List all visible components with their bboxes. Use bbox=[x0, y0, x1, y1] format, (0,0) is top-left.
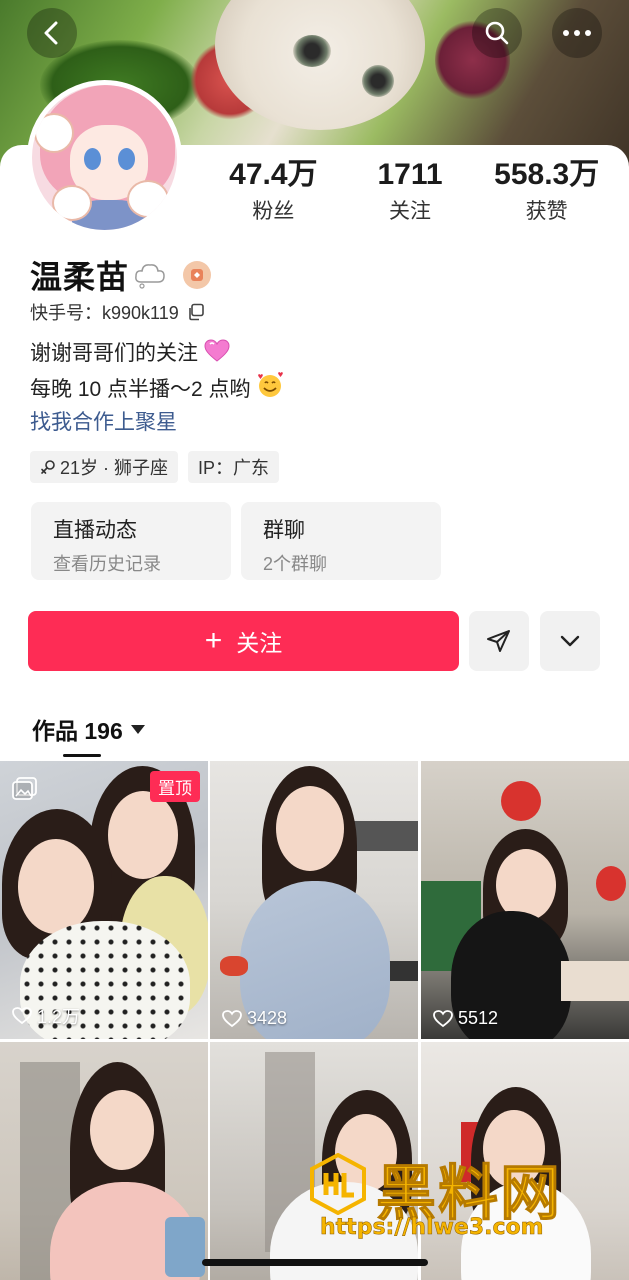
watermark-logo bbox=[310, 1153, 366, 1215]
work-tile[interactable]: 置顶 1.2万 bbox=[0, 761, 208, 1039]
stat-fans[interactable]: 47.4万 粉丝 bbox=[205, 157, 342, 225]
age-zodiac-tag: 21岁 · 狮子座 bbox=[30, 451, 179, 483]
card-subtitle: 查看历史记录 bbox=[53, 554, 161, 574]
like-count: 3428 bbox=[222, 1008, 287, 1029]
feature-cards: 直播动态 查看历史记录 群聊 2个群聊 bbox=[31, 502, 451, 580]
tab-works[interactable]: 作品 196 bbox=[32, 712, 145, 746]
card-title: 群聊 bbox=[263, 519, 305, 542]
work-tile[interactable]: 5512 bbox=[421, 761, 629, 1039]
plus-icon: + bbox=[204, 624, 223, 657]
work-tile[interactable] bbox=[0, 1042, 208, 1280]
heart-outline-icon bbox=[433, 1009, 453, 1027]
share-button[interactable] bbox=[469, 611, 529, 671]
pinned-badge: 置顶 bbox=[150, 771, 200, 802]
card-title: 直播动态 bbox=[53, 519, 137, 542]
stat-label: 关注 bbox=[389, 200, 431, 223]
like-count-text: 3428 bbox=[247, 1008, 288, 1028]
tab-underline bbox=[63, 754, 101, 757]
name-row: 温柔苗 bbox=[30, 252, 212, 298]
search-icon bbox=[485, 21, 509, 45]
stat-value: 47.4万 bbox=[229, 158, 318, 191]
bio: 谢谢哥哥们的关注 每晚 10 点半播～2 点哟 bbox=[30, 336, 284, 407]
profile-tags: 21岁 · 狮子座 IP：广东 bbox=[30, 451, 289, 483]
bio-line-1: 谢谢哥哥们的关注 bbox=[30, 342, 198, 365]
live-history-card[interactable]: 直播动态 查看历史记录 bbox=[31, 502, 231, 580]
card-subtitle: 2个群聊 bbox=[263, 554, 328, 574]
avatar[interactable] bbox=[27, 80, 182, 235]
watermark: 黑料网 https://hlwe3.com bbox=[308, 1145, 608, 1255]
more-button[interactable] bbox=[552, 8, 602, 58]
profile-name: 温柔苗 bbox=[30, 259, 130, 295]
works-tab-label: 作品 196 bbox=[32, 718, 123, 744]
level-badge-icon[interactable] bbox=[183, 261, 212, 289]
thought-cloud-icon bbox=[135, 264, 165, 289]
stat-label: 粉丝 bbox=[252, 200, 295, 223]
age-zodiac-label: 21岁 · 狮子座 bbox=[60, 458, 169, 478]
chevron-left-icon bbox=[44, 21, 58, 45]
more-horizontal-icon bbox=[563, 30, 591, 36]
like-count-text: 5512 bbox=[458, 1008, 499, 1028]
expand-button[interactable] bbox=[540, 611, 600, 671]
bio-line-2: 每晚 10 点半播～2 点哟 bbox=[30, 378, 251, 401]
pink-heart-icon bbox=[204, 339, 230, 362]
chevron-down-icon bbox=[560, 635, 580, 647]
ip-location-label: IP：广东 bbox=[198, 458, 270, 478]
heart-outline-icon bbox=[12, 1007, 32, 1025]
back-button[interactable] bbox=[27, 8, 77, 58]
watermark-url: https://hlwe3.com bbox=[320, 1215, 544, 1241]
female-icon bbox=[41, 460, 55, 474]
ip-location-tag: IP：广东 bbox=[188, 451, 280, 483]
like-count: 5512 bbox=[433, 1008, 498, 1029]
search-button[interactable] bbox=[472, 8, 522, 58]
stat-label: 获赞 bbox=[525, 200, 568, 223]
work-tile[interactable]: 3428 bbox=[210, 761, 418, 1039]
stat-value: 558.3万 bbox=[494, 158, 600, 191]
copy-icon[interactable] bbox=[187, 303, 205, 321]
home-indicator[interactable] bbox=[202, 1259, 428, 1266]
kuaishou-id: 快手号：k990k119 bbox=[30, 303, 179, 323]
caret-down-icon bbox=[130, 724, 145, 734]
follow-label: 关注 bbox=[236, 630, 283, 656]
stat-likes[interactable]: 558.3万 获赞 bbox=[478, 157, 615, 225]
kuaishou-id-row: 快手号：k990k119 bbox=[30, 299, 205, 325]
smiling-face-with-hearts-icon bbox=[258, 372, 284, 397]
profile-stats: 47.4万 粉丝 1711 关注 558.3万 获赞 bbox=[205, 157, 615, 225]
stat-following[interactable]: 1711 关注 bbox=[342, 157, 479, 225]
send-icon bbox=[487, 630, 510, 652]
album-icon bbox=[12, 777, 37, 800]
like-count-text: 1.2万 bbox=[37, 1007, 81, 1027]
like-count: 1.2万 bbox=[12, 1003, 80, 1029]
follow-button[interactable]: + 关注 bbox=[28, 611, 459, 671]
group-chat-card[interactable]: 群聊 2个群聊 bbox=[241, 502, 441, 580]
cooperation-link[interactable]: 找我合作上聚星 bbox=[30, 406, 177, 436]
stat-value: 1711 bbox=[377, 158, 443, 191]
heart-outline-icon bbox=[222, 1009, 242, 1027]
